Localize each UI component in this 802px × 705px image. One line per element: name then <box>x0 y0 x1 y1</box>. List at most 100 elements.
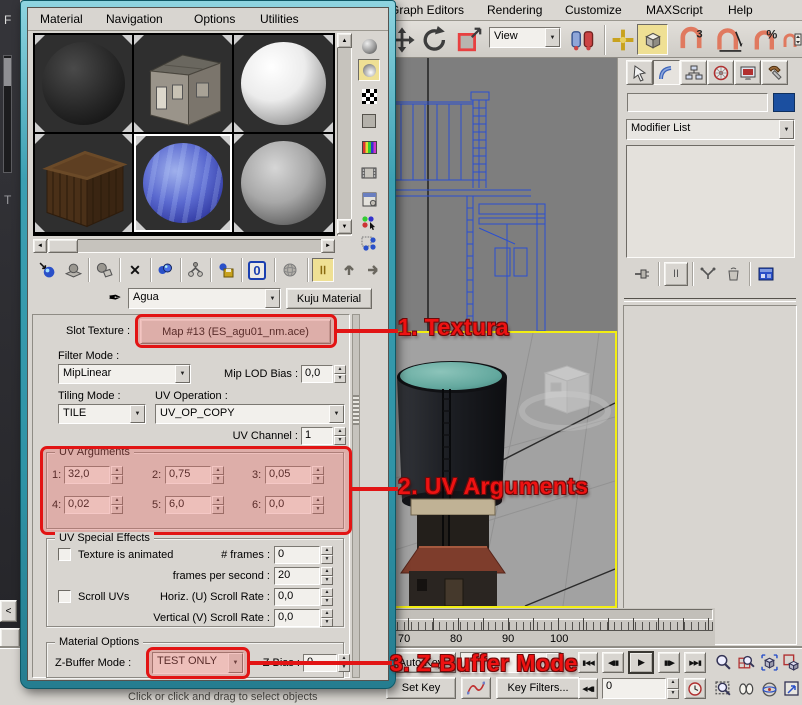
pan-icon[interactable] <box>735 678 757 700</box>
key-mode-icon[interactable] <box>461 677 491 699</box>
select-and-rotate-icon[interactable] <box>421 26 449 54</box>
make-material-copy-icon[interactable] <box>154 259 176 281</box>
uv-arg-field-5[interactable]: 6,0 <box>165 496 211 514</box>
mirror-icon[interactable] <box>568 26 598 54</box>
spinner-down-icon[interactable] <box>667 689 679 700</box>
options-icon[interactable] <box>358 188 380 210</box>
object-color-swatch[interactable] <box>773 93 795 112</box>
show-end-result-icon[interactable]: ⅠⅠ <box>312 258 334 282</box>
snaps-toggle-button[interactable] <box>637 24 668 55</box>
uv-arg-field-4[interactable]: 0,02 <box>64 496 110 514</box>
mip-lod-bias-field[interactable]: 0,0 <box>301 365 333 383</box>
remove-modifier-icon[interactable] <box>722 263 744 285</box>
current-frame-field[interactable]: 0 <box>602 678 666 699</box>
uv-channel-field[interactable]: 1 <box>301 427 333 445</box>
backlight-icon[interactable] <box>358 59 380 81</box>
percent-snap-icon[interactable]: % <box>750 26 780 54</box>
menu-graph-editors[interactable]: Graph Editors <box>390 3 464 17</box>
editor-menu-utilities[interactable]: Utilities <box>260 12 299 26</box>
h-scroll-field[interactable]: 0,0 <box>274 588 320 606</box>
go-to-start-icon[interactable]: ◀◀▮ <box>578 678 598 699</box>
modifier-list-dropdown[interactable]: Modifier List <box>626 119 795 140</box>
reset-map-icon[interactable]: ✕ <box>124 259 146 281</box>
put-to-library-icon[interactable] <box>215 259 237 281</box>
configure-modifier-sets-icon[interactable] <box>755 263 777 285</box>
pin-stack-icon[interactable] <box>631 263 653 285</box>
scroll-up-icon[interactable]: ▲ <box>337 33 352 48</box>
go-to-parent-icon[interactable] <box>338 259 360 281</box>
uv-arg-spinner-2[interactable] <box>212 466 224 484</box>
uv-channel-spinner[interactable] <box>334 427 346 445</box>
mip-lod-bias-spinner[interactable] <box>334 365 346 383</box>
zoom-all-icon[interactable] <box>735 651 757 673</box>
pick-material-eyedropper-icon[interactable]: ✒ <box>104 287 126 309</box>
zoom-extents-icon[interactable] <box>758 651 780 673</box>
texture-is-animated-checkbox[interactable] <box>58 548 71 561</box>
uv-arg-spinner-5[interactable] <box>212 496 224 514</box>
z-buffer-mode-dropdown[interactable]: TEST ONLY <box>152 652 244 674</box>
viewport-active[interactable] <box>383 331 617 608</box>
next-frame-icon[interactable]: ▮▮▶ <box>658 652 680 673</box>
video-color-check-icon[interactable] <box>358 136 380 158</box>
zoom-extents-all-icon[interactable] <box>781 651 802 673</box>
reference-coordinate-dropdown[interactable]: View <box>489 27 561 48</box>
tab-create[interactable] <box>626 60 653 85</box>
menu-help[interactable]: Help <box>728 3 753 17</box>
editor-menu-navigation[interactable]: Navigation <box>106 12 163 26</box>
uv-arg-field-2[interactable]: 0,75 <box>165 466 211 484</box>
go-forward-to-sibling-icon[interactable] <box>362 259 384 281</box>
collapse-button[interactable]: < <box>0 600 17 622</box>
previous-key-icon[interactable]: ▮◀◀ <box>578 652 598 673</box>
sample-slot-wood-crate[interactable] <box>35 134 132 232</box>
scroll-down-icon[interactable]: ▼ <box>337 219 352 234</box>
sample-slot-gray-sphere[interactable] <box>234 134 333 232</box>
dropdown-arrow-icon[interactable] <box>228 653 243 673</box>
tab-hierarchy[interactable] <box>680 60 707 85</box>
scroll-left-icon[interactable]: ◄ <box>33 239 47 253</box>
get-material-icon[interactable] <box>36 259 58 281</box>
select-and-scale-icon[interactable] <box>455 26 483 54</box>
spinner-snap-icon[interactable] <box>782 26 802 54</box>
uv-arg-field-6[interactable]: 0,0 <box>265 496 311 514</box>
sample-slot-white-sphere[interactable] <box>234 35 333 132</box>
object-name-field[interactable] <box>627 93 768 112</box>
spinner-up-icon[interactable] <box>667 678 679 689</box>
go-to-end-icon[interactable]: ▶▶▮ <box>684 652 706 673</box>
parameters-scroll-strip[interactable] <box>352 314 360 678</box>
slots-vscrollbar[interactable] <box>337 33 352 236</box>
modifier-stack-list[interactable] <box>626 145 795 258</box>
sample-slot-dark-sphere[interactable] <box>35 35 132 132</box>
material-name-dropdown[interactable]: Agua <box>128 288 281 309</box>
key-filters-button[interactable]: Key Filters... <box>496 677 580 699</box>
show-end-result-stack-icon[interactable]: ⅠⅠ <box>664 262 688 286</box>
filter-mode-dropdown[interactable]: MipLinear <box>58 364 191 384</box>
material-class-button[interactable]: Kuju Material <box>286 288 372 309</box>
dropdown-arrow-icon[interactable] <box>779 120 794 139</box>
put-material-to-scene-icon[interactable] <box>62 259 84 281</box>
make-unique-stack-icon[interactable] <box>697 263 719 285</box>
fps-spinner[interactable] <box>321 567 333 585</box>
viewport-wireframe[interactable] <box>383 58 618 331</box>
angle-snap-icon[interactable] <box>714 26 744 54</box>
menu-customize[interactable]: Customize <box>565 3 622 17</box>
region-zoom-icon[interactable] <box>712 678 734 700</box>
dropdown-arrow-icon[interactable] <box>545 28 560 47</box>
uv-arg-spinner-6[interactable] <box>312 496 324 514</box>
uv-operation-dropdown[interactable]: UV_OP_COPY <box>155 404 345 424</box>
assign-material-to-selection-icon[interactable] <box>93 259 115 281</box>
uv-arg-spinner-4[interactable] <box>111 496 123 514</box>
show-map-in-viewport-icon[interactable] <box>279 259 301 281</box>
slot-texture-button[interactable]: Map #13 (ES_agu01_nm.ace) <box>140 319 331 344</box>
sample-slot-house-cube[interactable] <box>134 35 232 132</box>
tab-motion[interactable] <box>707 60 734 85</box>
time-configuration-icon[interactable] <box>684 678 706 699</box>
select-and-manipulate-icon[interactable] <box>610 26 636 54</box>
background-scrollbar-thumb[interactable] <box>4 58 11 86</box>
material-map-navigator-icon[interactable] <box>358 233 380 255</box>
editor-menu-options[interactable]: Options <box>194 12 235 26</box>
editor-menu-material[interactable]: Material <box>40 12 83 26</box>
material-id-channel-icon[interactable]: 0 <box>246 259 268 281</box>
select-by-material-icon[interactable] <box>358 211 380 233</box>
sample-slot-blue-water-sphere-selected[interactable] <box>134 134 232 232</box>
min-max-toggle-icon[interactable] <box>781 678 802 700</box>
